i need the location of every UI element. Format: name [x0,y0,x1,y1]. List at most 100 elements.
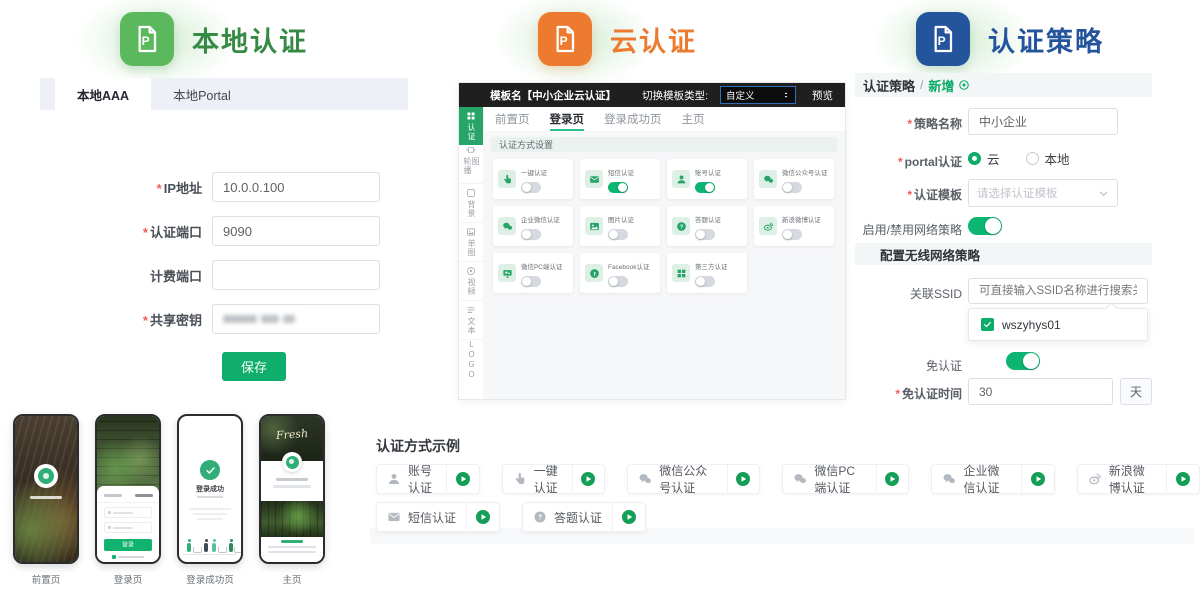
tab-local-aaa[interactable]: 本地AAA [55,78,151,110]
date-text-line [273,485,311,488]
one-key-auth-toggle[interactable] [521,182,541,193]
example-one-key-auth[interactable]: 一键认证 [502,464,606,494]
chevron-down-icon [1098,188,1109,199]
play-icon[interactable] [580,471,596,487]
weibo-icon [759,217,777,235]
policy-name-input[interactable] [968,108,1118,135]
example-sms-auth[interactable]: 短信认证 [376,502,500,532]
policy-name-label: *策略名称 [812,115,962,132]
play-icon[interactable] [1030,471,1046,487]
tab-front-page[interactable]: 前置页 [495,107,530,131]
radio-local[interactable] [1026,152,1039,165]
sidebar-item-text[interactable]: 文本 [459,301,483,340]
sidebar-item-single-image[interactable]: 单图 [459,223,483,262]
play-icon[interactable] [475,509,491,525]
editor-sidebar: 认证 轮播图 背景 单图 视频 文本 LOGO [459,107,484,399]
phone-label-login-success-page: 登录成功页 [177,572,243,586]
example-wecom-auth[interactable]: 企业微信认证 [931,464,1054,494]
weibo-icon [1088,472,1102,486]
network-policy-toggle[interactable] [968,217,1002,235]
login-input-account [104,507,152,518]
weibo-auth-toggle[interactable] [782,229,802,240]
account-auth-toggle[interactable] [695,182,715,193]
shop-info-line [268,551,316,553]
template-type-select[interactable]: 自定义 [720,86,796,104]
wifi-logo-badge [34,464,58,488]
form-row-billing-port: 计费端口 [62,260,380,290]
dropdown-notch [1105,302,1118,315]
facebook-auth-toggle[interactable] [608,276,628,287]
tab-login-success-page[interactable]: 登录成功页 [604,107,662,131]
breadcrumb-root: 认证策略 [863,76,915,95]
third-party-auth-toggle[interactable] [695,276,715,287]
fresh-neon-text: Fresh [261,426,324,443]
example-wechat-official-auth[interactable]: 微信公众号认证 [627,464,760,494]
billing-port-label: 计费端口 [62,266,212,285]
welcome-text-line [276,478,308,481]
play-icon[interactable] [455,471,471,487]
exempt-auth-toggle[interactable] [1006,352,1040,370]
sidebar-item-video[interactable]: 视频 [459,262,483,301]
preview-button[interactable]: 预览 [812,88,833,103]
sidebar-item-auth[interactable]: 认证 [459,107,483,145]
breadcrumb-current[interactable]: 新增 [928,76,954,95]
quiz-auth-toggle[interactable] [695,229,715,240]
card-account-auth: 账号认证 [667,159,747,199]
wechat-official-auth-toggle[interactable] [782,182,802,193]
card-quiz-auth: 答题认证 [667,206,747,246]
tab-local-portal[interactable]: 本地Portal [151,78,253,110]
editor-content: 认证方式设置 一键认证 短信认证 账号认证 微信公众号认证 [483,131,845,399]
auth-port-input[interactable] [212,216,380,246]
ssid-option[interactable]: wszyhys01 [1002,318,1061,332]
play-icon[interactable] [884,471,900,487]
success-subtext-line [197,496,223,498]
login-tab-inactive [104,494,122,497]
user-icon [672,170,690,188]
policy-breadcrumb-band: 认证策略 / 新增 [855,73,1152,97]
ssid-checkbox-checked[interactable] [981,318,994,331]
agreement-note [97,555,159,559]
tab-login-page[interactable]: 登录页 [550,107,585,131]
location-pin-icon [958,79,970,91]
shared-secret-input[interactable] [212,304,380,334]
tab-home-page[interactable]: 主页 [682,107,705,131]
network-policy-toggle-label: 启用/禁用网络策略 [812,221,962,238]
form-row-ip: *IP地址 [62,172,380,202]
save-button[interactable]: 保存 [222,352,286,381]
wechat-pc-auth-toggle[interactable] [521,276,541,287]
people-illustration [179,524,241,558]
play-icon[interactable] [1175,471,1191,487]
facebook-icon [585,264,603,282]
play-icon[interactable] [621,509,637,525]
policy-title: 认证策略 [988,20,1104,59]
phone-preview-login-page: 登录 [95,414,161,564]
shop-info-title-line [281,540,303,543]
wecom-auth-toggle[interactable] [521,229,541,240]
play-icon[interactable] [735,471,751,487]
example-weibo-auth[interactable]: 新浪微博认证 [1077,464,1200,494]
sidebar-item-carousel[interactable]: 轮播图 [459,145,483,184]
shop-info-section [261,537,323,562]
ssid-search-input[interactable] [968,278,1148,304]
phone-label-login-page: 登录页 [95,572,161,586]
login-success-text: 登录成功 [179,484,241,494]
sidebar-item-logo[interactable]: LOGO [459,340,483,378]
billing-port-input[interactable] [212,260,380,290]
example-quiz-auth[interactable]: 答题认证 [522,502,646,532]
auth-template-select[interactable]: 请选择认证模板 [968,179,1118,207]
question-icon [533,510,547,524]
card-one-key-auth: 一键认证 [493,159,573,199]
ip-input[interactable] [212,172,380,202]
watermark-lines [189,508,231,520]
image-auth-toggle[interactable] [608,229,628,240]
sidebar-item-background[interactable]: 背景 [459,184,483,223]
sms-auth-toggle[interactable] [608,182,628,193]
radio-cloud[interactable] [968,152,981,165]
exempt-time-input[interactable] [968,378,1113,405]
example-account-auth[interactable]: 账号认证 [376,464,480,494]
example-wechat-pc-auth[interactable]: 微信PC端认证 [782,464,909,494]
card-image-auth: 图片认证 [580,206,660,246]
exempt-auth-label: 免认证 [812,357,962,374]
sms-icon [585,170,603,188]
store-photo-background [15,416,77,562]
